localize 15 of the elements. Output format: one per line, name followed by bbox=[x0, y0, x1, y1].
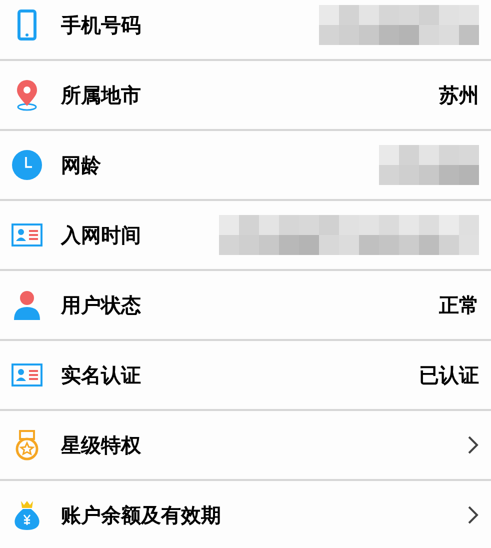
user-icon bbox=[11, 289, 43, 321]
clock-icon bbox=[11, 149, 43, 181]
row-label: 网龄 bbox=[61, 152, 101, 179]
row-label: 实名认证 bbox=[61, 362, 141, 389]
row-label: 星级特权 bbox=[61, 432, 141, 459]
chevron-right-icon bbox=[467, 435, 479, 455]
chevron-right-icon bbox=[467, 505, 479, 525]
row-label: 手机号码 bbox=[61, 12, 141, 39]
row-value: 正常 bbox=[439, 292, 479, 319]
row-label: 用户状态 bbox=[61, 292, 141, 319]
row-value: 已认证 bbox=[419, 362, 479, 389]
row-label: 所属地市 bbox=[61, 82, 141, 109]
row-label: 账户余额及有效期 bbox=[61, 502, 221, 529]
row-label: 入网时间 bbox=[61, 222, 141, 249]
row-value: 苏州 bbox=[439, 82, 479, 109]
